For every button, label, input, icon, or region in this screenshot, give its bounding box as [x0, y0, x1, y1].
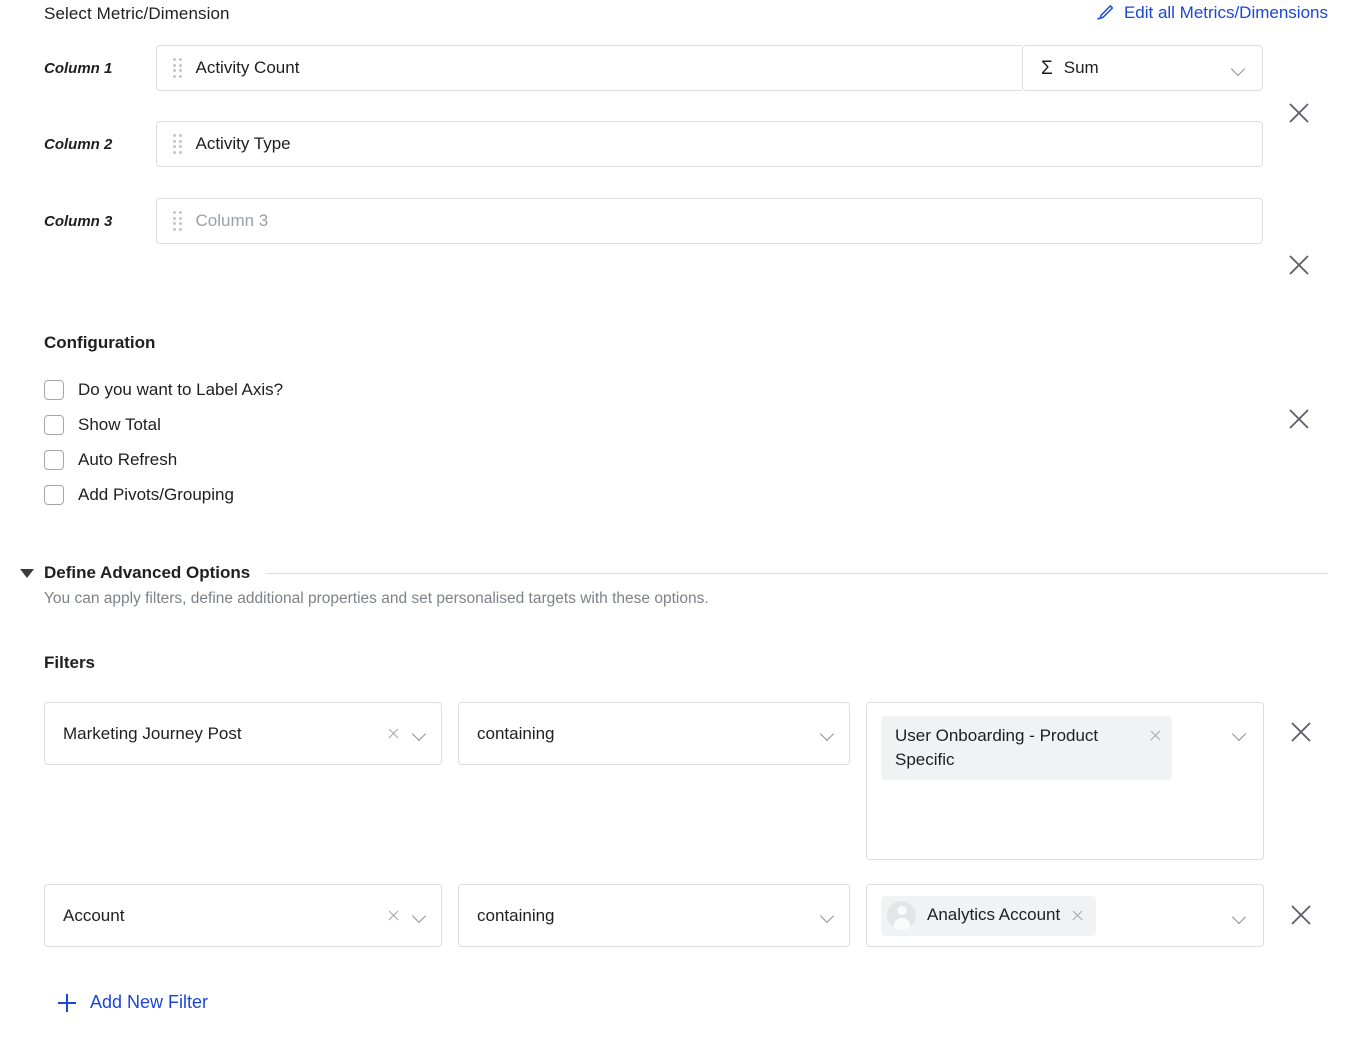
filter-2-dimension-value: Account [63, 905, 125, 925]
add-new-filter-button[interactable]: Add New Filter [58, 992, 208, 1013]
chevron-down-icon [1233, 729, 1247, 738]
config-option-label: Auto Refresh [78, 449, 178, 469]
config-option-label: Do you want to Label Axis? [78, 379, 284, 399]
sigma-icon: Σ [1041, 57, 1053, 79]
add-new-filter-label: Add New Filter [90, 992, 209, 1012]
filter-row: Account containing Analytics Account [44, 884, 1264, 947]
filter-2-operator-select[interactable]: containing [458, 884, 850, 947]
config-option-label: Show Total [78, 414, 161, 434]
filter-1-dimension-select[interactable]: Marketing Journey Post [44, 702, 442, 765]
edit-all-metrics-link[interactable]: Edit all Metrics/Dimensions [1096, 3, 1328, 23]
section-title-select-metric: Select Metric/Dimension [44, 4, 230, 23]
checkbox-auto-refresh[interactable] [44, 449, 64, 470]
report-builder-panel: Select Metric/Dimension Edit all Metrics… [0, 0, 1364, 1042]
metric-column-row: Column 3 Column 3 [0, 198, 1364, 429]
section-title-filters: Filters [44, 653, 96, 672]
plus-icon [58, 993, 76, 1012]
config-option-show-total[interactable]: Show Total [44, 407, 283, 442]
column-1-input[interactable]: Activity Count [156, 45, 1022, 91]
section-divider [266, 572, 1328, 574]
filter-2-operator-value: containing [477, 905, 555, 925]
chevron-down-icon [1232, 64, 1246, 73]
filter-1-chip-label: User Onboarding - Product Specific [895, 726, 1099, 770]
metric-column-row: Column 1 Activity Count Σ Sum [0, 45, 1364, 123]
chevron-down-icon [413, 729, 427, 738]
filter-row: Marketing Journey Post containing User O… [44, 702, 1264, 860]
filter-1-operator-select[interactable]: containing [458, 702, 850, 765]
column-2-label: Column 2 [44, 135, 113, 153]
column-1-label: Column 1 [44, 59, 113, 77]
filter-1-operator-value: containing [477, 723, 555, 743]
filter-2-value-select[interactable]: Analytics Account [866, 884, 1264, 947]
remove-chip-icon[interactable] [1149, 729, 1162, 742]
avatar-icon [887, 901, 916, 930]
remove-filter-2-button[interactable] [1288, 902, 1314, 928]
filter-value-chip: Analytics Account [881, 895, 1097, 936]
column-3-placeholder: Column 3 [195, 211, 269, 230]
column-1-aggregation-select[interactable]: Σ Sum [1022, 45, 1263, 91]
clear-icon[interactable] [387, 909, 400, 922]
triangle-down-icon[interactable] [20, 568, 34, 578]
drag-handle-icon[interactable] [173, 58, 182, 78]
drag-handle-icon[interactable] [173, 211, 182, 231]
filter-2-dimension-select[interactable]: Account [44, 884, 442, 947]
column-3-input[interactable]: Column 3 [156, 198, 1263, 244]
column-3-label: Column 3 [44, 212, 113, 230]
chevron-down-icon [821, 911, 835, 920]
configuration-options-list: Do you want to Label Axis? Show Total Au… [44, 372, 283, 512]
clear-icon[interactable] [387, 727, 400, 740]
pencil-icon [1096, 4, 1115, 22]
remove-chip-icon[interactable] [1071, 909, 1084, 922]
chevron-down-icon [1233, 912, 1247, 921]
column-2-input[interactable]: Activity Type [156, 121, 1263, 167]
chevron-down-icon [413, 911, 427, 920]
filter-1-value-select[interactable]: User Onboarding - Product Specific [866, 702, 1264, 860]
config-option-label: Add Pivots/Grouping [78, 484, 234, 504]
advanced-options-header[interactable]: Define Advanced Options [20, 563, 1328, 583]
checkbox-add-pivots[interactable] [44, 484, 64, 505]
column-1-value: Activity Count [195, 58, 300, 77]
config-option-auto-refresh[interactable]: Auto Refresh [44, 442, 283, 477]
column-1-aggregation-value: Sum [1063, 58, 1099, 77]
remove-filter-1-button[interactable] [1288, 719, 1314, 745]
drag-handle-icon[interactable] [173, 134, 182, 154]
filter-1-dimension-value: Marketing Journey Post [63, 723, 242, 743]
checkbox-label-axis[interactable] [44, 379, 64, 400]
advanced-options-title: Define Advanced Options [44, 563, 251, 582]
metric-column-row: Column 2 Activity Type [0, 121, 1364, 275]
config-option-label-axis[interactable]: Do you want to Label Axis? [44, 372, 283, 407]
advanced-options-description: You can apply filters, define additional… [44, 590, 709, 607]
chevron-down-icon [821, 729, 835, 738]
checkbox-show-total[interactable] [44, 414, 64, 435]
remove-column-2-button[interactable] [1286, 252, 1312, 278]
section-title-configuration: Configuration [44, 333, 156, 352]
filter-2-chip-label: Analytics Account [927, 905, 1061, 925]
config-option-add-pivots[interactable]: Add Pivots/Grouping [44, 477, 283, 512]
edit-all-metrics-label: Edit all Metrics/Dimensions [1123, 3, 1328, 22]
column-2-value: Activity Type [195, 134, 291, 153]
remove-column-3-button[interactable] [1286, 406, 1312, 432]
filter-value-chip: User Onboarding - Product Specific [881, 716, 1172, 781]
